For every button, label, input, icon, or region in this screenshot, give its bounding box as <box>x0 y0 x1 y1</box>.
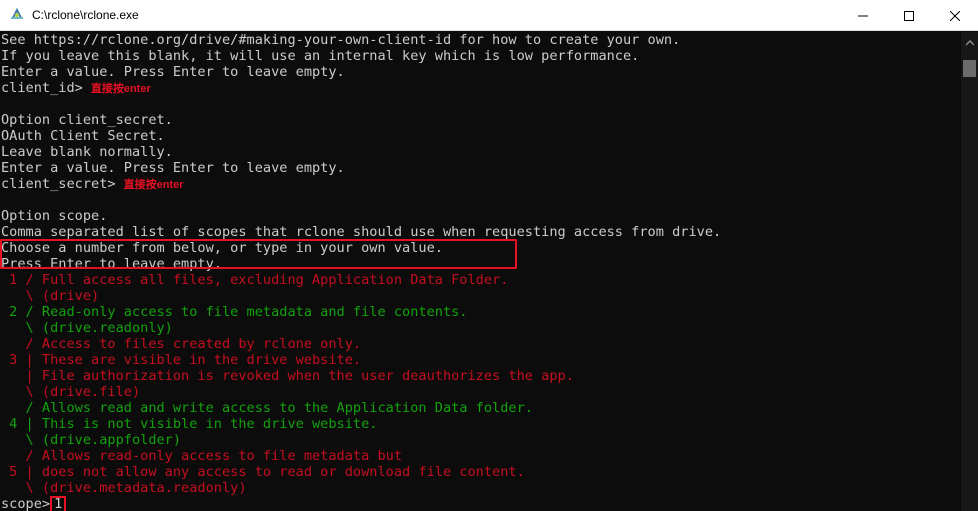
scope-input-value[interactable]: 1 <box>50 496 67 511</box>
console-line-text: / Access to files created by rclone only… <box>1 336 362 352</box>
console-line: 1 / Full access all files, excluding App… <box>0 272 961 288</box>
console-line-text: 2 / Read-only access to file metadata an… <box>1 304 468 320</box>
console-line-text: Leave blank normally. <box>1 144 173 160</box>
console-line: OAuth Client Secret. <box>0 128 961 144</box>
console-line-text: / Allows read-only access to file metada… <box>1 448 403 464</box>
minimize-icon <box>858 6 868 25</box>
console-line-text: If you leave this blank, it will use an … <box>1 48 640 64</box>
console-line-text: 5 | does not allow any access to read or… <box>1 464 525 480</box>
console-line: \ (drive.readonly) <box>0 320 961 336</box>
title-bar[interactable]: C:\rclone\rclone.exe <box>0 0 978 31</box>
console-line: Option client_secret. <box>0 112 961 128</box>
console-line-text: client_id> <box>1 80 83 96</box>
console-line: 2 / Read-only access to file metadata an… <box>0 304 961 320</box>
console-line-text: \ (drive.appfolder) <box>1 432 182 448</box>
rclone-app-icon <box>9 7 25 23</box>
console-line-text: \ (drive) <box>1 288 100 304</box>
console-line-text: OAuth Client Secret. <box>1 128 165 144</box>
maximize-button[interactable] <box>886 0 932 31</box>
console-line: / Allows read and write access to the Ap… <box>0 400 961 416</box>
close-icon <box>949 6 961 25</box>
console-line: client_secret> 直接按enter <box>0 176 961 192</box>
console-output[interactable]: See https://rclone.org/drive/#making-you… <box>0 32 961 511</box>
console-line: \ (drive.metadata.readonly) <box>0 480 961 496</box>
maximize-icon <box>904 6 914 25</box>
console-line-text: \ (drive.file) <box>1 384 141 400</box>
console-line: If you leave this blank, it will use an … <box>0 48 961 64</box>
window-title: C:\rclone\rclone.exe <box>32 8 139 22</box>
console-line-text: \ (drive.metadata.readonly) <box>1 480 247 496</box>
console-line: Enter a value. Press Enter to leave empt… <box>0 64 961 80</box>
console-line: 4 | This is not visible in the drive web… <box>0 416 961 432</box>
rclone-console-window: C:\rclone\rclone.exe See https://rclone.… <box>0 0 978 511</box>
console-line: Comma separated list of scopes that rclo… <box>0 224 961 240</box>
scope-prompt-line[interactable]: scope> 1 <box>0 496 961 511</box>
console-line-text: Enter a value. Press Enter to leave empt… <box>1 160 345 176</box>
console-line: Option scope. <box>0 208 961 224</box>
close-button[interactable] <box>932 0 978 31</box>
console-line-text: / Allows read and write access to the Ap… <box>1 400 533 416</box>
console-line-text: \ (drive.readonly) <box>1 320 173 336</box>
console-line: See https://rclone.org/drive/#making-you… <box>0 32 961 48</box>
console-line-text: | File authorization is revoked when the… <box>1 368 574 384</box>
console-line-text: Option scope. <box>1 208 108 224</box>
console-line: Leave blank normally. <box>0 144 961 160</box>
annotation-note: 直接按enter <box>123 179 184 191</box>
console-line: / Allows read-only access to file metada… <box>0 448 961 464</box>
console-line: Enter a value. Press Enter to leave empt… <box>0 160 961 176</box>
scroll-thumb[interactable] <box>963 60 976 77</box>
console-line-text: 3 | These are visible in the drive websi… <box>1 352 362 368</box>
highlight-box-option-1 <box>0 239 517 269</box>
annotation-note: 直接按enter <box>90 83 151 95</box>
console-line-text: Option client_secret. <box>1 112 173 128</box>
console-line-text: 4 | This is not visible in the drive web… <box>1 416 378 432</box>
console-line: \ (drive) <box>0 288 961 304</box>
console-line-text: Comma separated list of scopes that rclo… <box>1 224 722 240</box>
console-line: \ (drive.appfolder) <box>0 432 961 448</box>
console-line-text: See https://rclone.org/drive/#making-you… <box>1 32 681 48</box>
scroll-up-button[interactable] <box>961 32 978 49</box>
console-line: / Access to files created by rclone only… <box>0 336 961 352</box>
vertical-scrollbar[interactable] <box>961 32 978 511</box>
minimize-button[interactable] <box>840 0 886 31</box>
console-line: 3 | These are visible in the drive websi… <box>0 352 961 368</box>
console-line: 5 | does not allow any access to read or… <box>0 464 961 480</box>
scope-prompt-label: scope> <box>1 496 51 511</box>
console-line-text: 1 / Full access all files, excluding App… <box>1 272 509 288</box>
console-line: client_id> 直接按enter <box>0 80 961 96</box>
chevron-up-icon <box>964 31 975 50</box>
console-line: | File authorization is revoked when the… <box>0 368 961 384</box>
console-line: \ (drive.file) <box>0 384 961 400</box>
console-line-text: client_secret> <box>1 176 116 192</box>
console-line-text: Enter a value. Press Enter to leave empt… <box>1 64 345 80</box>
